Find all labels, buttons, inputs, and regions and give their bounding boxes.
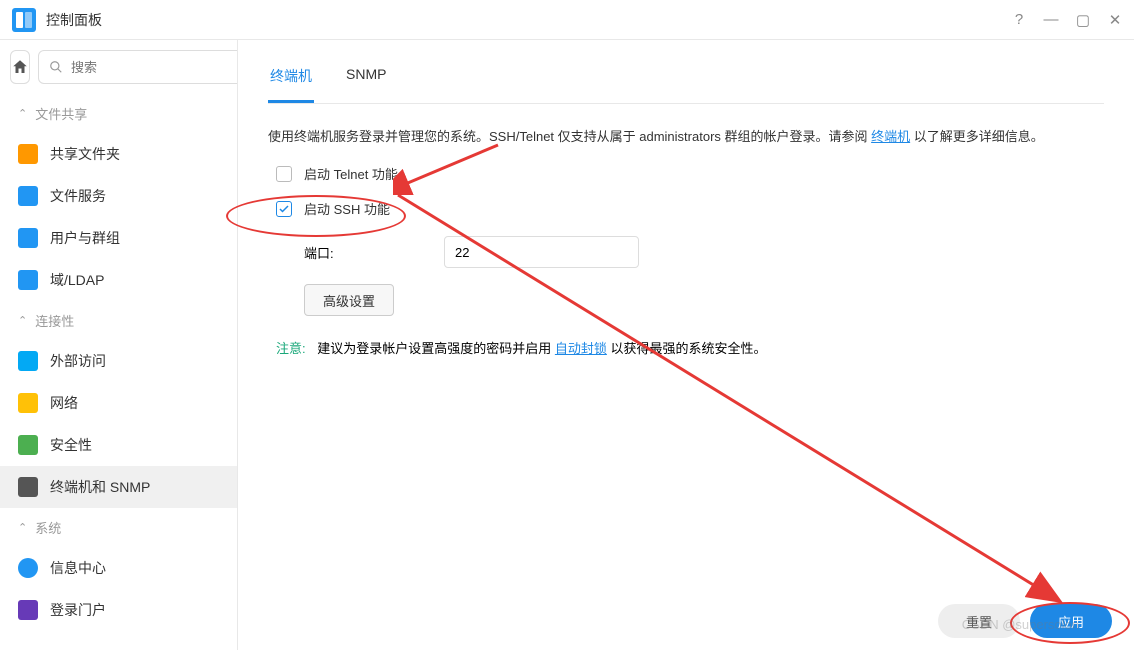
ssh-checkbox[interactable] (276, 201, 292, 217)
port-input[interactable] (444, 236, 639, 268)
users-icon (18, 228, 38, 248)
tabs: 终端机 SNMP (268, 58, 1104, 104)
globe-icon (18, 351, 38, 371)
chevron-down-icon: ⌃ (18, 521, 27, 534)
sidebar-item-shared-folder[interactable]: 共享文件夹 (0, 133, 237, 175)
chevron-down-icon: ⌃ (18, 314, 27, 327)
sidebar-item-terminal[interactable]: 终端机和 SNMP (0, 466, 237, 508)
search-box[interactable] (38, 50, 238, 84)
auto-block-link[interactable]: 自动封锁 (555, 341, 607, 356)
maximize-icon[interactable]: ▢ (1076, 13, 1090, 27)
content-panel: 终端机 SNMP 使用终端机服务登录并管理您的系统。SSH/Telnet 仅支持… (238, 40, 1134, 650)
minimize-icon[interactable]: — (1044, 13, 1058, 27)
info-icon (18, 558, 38, 578)
ssh-label: 启动 SSH 功能 (304, 199, 390, 218)
shield-icon (18, 435, 38, 455)
file-icon (18, 186, 38, 206)
sidebar: ⌃ 文件共享 共享文件夹 文件服务 用户与群组 域/LDAP ⌃ 连接性 外部访… (0, 40, 238, 650)
notice: 注意: 建议为登录帐户设置高强度的密码并启用 自动封锁 以获得最强的系统安全性。 (268, 338, 1104, 357)
sidebar-item-users[interactable]: 用户与群组 (0, 217, 237, 259)
sidebar-item-external[interactable]: 外部访问 (0, 340, 237, 382)
telnet-checkbox[interactable] (276, 166, 292, 182)
chevron-down-icon: ⌃ (18, 107, 27, 120)
port-label: 端口: (304, 243, 424, 262)
telnet-label: 启动 Telnet 功能 (304, 164, 398, 183)
advanced-settings-button[interactable]: 高级设置 (304, 284, 394, 316)
terminal-help-link[interactable]: 终端机 (871, 129, 910, 144)
ssh-option: 启动 SSH 功能 (268, 199, 1104, 218)
tab-snmp[interactable]: SNMP (344, 58, 388, 103)
close-icon[interactable]: ✕ (1108, 13, 1122, 27)
sidebar-item-security[interactable]: 安全性 (0, 424, 237, 466)
network-icon (18, 393, 38, 413)
search-input[interactable] (71, 60, 238, 75)
section-connectivity[interactable]: ⌃ 连接性 (0, 301, 237, 340)
notice-label: 注意: (276, 341, 306, 356)
search-icon (49, 60, 63, 74)
sidebar-item-ldap[interactable]: 域/LDAP (0, 259, 237, 301)
portal-icon (18, 600, 38, 620)
section-system[interactable]: ⌃ 系统 (0, 508, 237, 547)
sidebar-item-network[interactable]: 网络 (0, 382, 237, 424)
terminal-icon (18, 477, 38, 497)
home-button[interactable] (10, 50, 30, 84)
sidebar-item-info[interactable]: 信息中心 (0, 547, 237, 589)
folder-icon (18, 144, 38, 164)
reset-button[interactable]: 重置 (938, 604, 1020, 638)
help-icon[interactable]: ? (1012, 13, 1026, 27)
title-bar: 控制面板 ? — ▢ ✕ (0, 0, 1134, 40)
sidebar-item-file-service[interactable]: 文件服务 (0, 175, 237, 217)
telnet-option: 启动 Telnet 功能 (268, 164, 1104, 183)
window-controls: ? — ▢ ✕ (1012, 13, 1122, 27)
app-icon (12, 8, 36, 32)
ldap-icon (18, 270, 38, 290)
home-icon (11, 58, 29, 76)
port-row: 端口: (268, 236, 1104, 268)
description: 使用终端机服务登录并管理您的系统。SSH/Telnet 仅支持从属于 admin… (268, 126, 1104, 148)
tab-terminal[interactable]: 终端机 (268, 58, 314, 103)
sidebar-item-portal[interactable]: 登录门户 (0, 589, 237, 631)
apply-button[interactable]: 应用 (1030, 604, 1112, 638)
section-file-share[interactable]: ⌃ 文件共享 (0, 94, 237, 133)
footer-buttons: 重置 应用 (938, 604, 1112, 638)
window-title: 控制面板 (46, 10, 1012, 30)
